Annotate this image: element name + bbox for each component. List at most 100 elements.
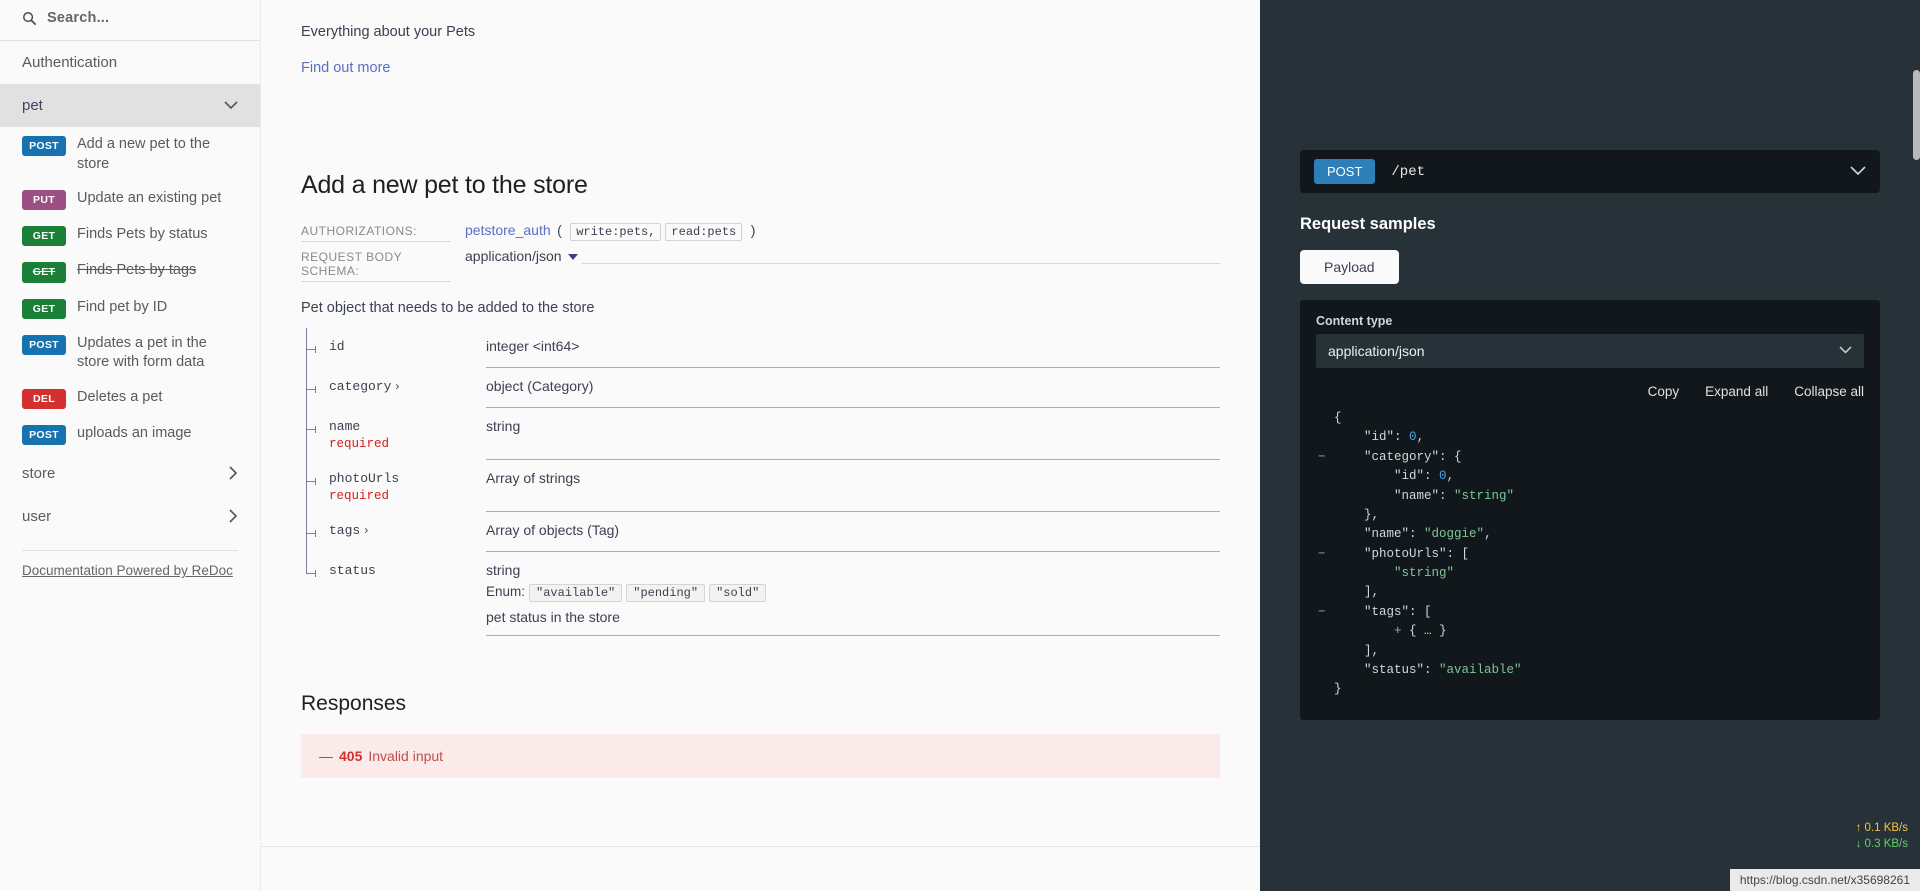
code-token: } — [1431, 624, 1447, 639]
auth-scopes: write:pets, read:pets — [568, 222, 744, 241]
endpoint-bar[interactable]: POST /pet — [1300, 150, 1880, 193]
tree-tick — [306, 346, 316, 353]
tree-tick — [306, 478, 316, 485]
sidebar-operation-label: Find pet by ID — [77, 298, 168, 315]
sidebar-group-user[interactable]: user — [0, 495, 260, 538]
code-token: "id" — [1364, 430, 1395, 445]
tree-line — [306, 552, 307, 574]
code-line: + { … } — [1316, 622, 1864, 641]
sidebar-operation-item[interactable]: GET Finds Pets by status — [0, 217, 260, 253]
sidebar-operation-item[interactable]: POST uploads an image — [0, 416, 260, 452]
content-type-label: Content type — [1316, 314, 1393, 328]
sidebar-operation-item[interactable]: GET Find pet by ID — [0, 290, 260, 326]
search-row[interactable] — [0, 0, 260, 41]
find-out-more-link[interactable]: Find out more — [301, 60, 1220, 76]
collapse-all-button[interactable]: Collapse all — [1794, 384, 1864, 399]
schema-property-name[interactable]: category — [329, 379, 391, 394]
sidebar-operation-item[interactable]: POST Updates a pet in the store with form… — [0, 326, 260, 380]
status-url: https://blog.csdn.net/x35698261 — [1729, 869, 1920, 891]
responses-title: Responses — [301, 692, 407, 715]
sidebar-operation-item[interactable]: GET Finds Pets by tags — [0, 253, 260, 289]
schema-property-type: string — [486, 418, 521, 434]
code-token: : { — [1439, 449, 1462, 464]
schema-enum-line: Enum: "available" "pending" "sold" — [486, 584, 1220, 602]
operation-title: Add a new pet to the store — [301, 171, 588, 199]
content-type-select[interactable]: application/json — [1316, 334, 1864, 368]
schema-property-name-cell: id — [301, 328, 486, 368]
content-bottom-rule — [261, 846, 1260, 847]
code-token: 0 — [1409, 430, 1417, 445]
endpoint-verb-badge: POST — [1314, 159, 1376, 184]
collapse-toggle-icon[interactable]: − — [1318, 448, 1326, 467]
code-token: ], — [1364, 643, 1380, 658]
method-badge: GET — [22, 262, 66, 283]
page-scrollbar[interactable] — [1913, 70, 1920, 160]
sidebar-operation-label: Updates a pet in the store with form dat… — [77, 334, 207, 371]
powered-by-redoc-link[interactable]: Documentation Powered by ReDoc — [0, 551, 260, 590]
code-token: 0 — [1439, 469, 1447, 484]
code-line: − "category": { — [1316, 448, 1864, 467]
expand-all-button[interactable]: Expand all — [1705, 384, 1768, 399]
code-token: } — [1334, 682, 1342, 697]
sidebar-operation-label: Finds Pets by status — [77, 226, 208, 243]
sidebar-operation-list: POST Add a new pet to the store PUT Update … — [0, 127, 260, 452]
schema-property-type-cell: string — [486, 408, 1220, 460]
schema-property-row: tags › Array of objects (Tag) — [301, 512, 1220, 552]
code-token: + — [1394, 624, 1410, 639]
sidebar-group-label: pet — [22, 97, 43, 114]
code-line: } — [1316, 680, 1864, 699]
collapse-toggle-icon[interactable]: − — [1318, 603, 1326, 622]
schema-property-name-cell: category › — [301, 368, 486, 408]
sidebar-item-authentication[interactable]: Authentication — [0, 41, 260, 84]
sidebar-operation-label: Add a new pet to the store — [77, 136, 211, 172]
sidebar-operation-item[interactable]: DEL Deletes a pet — [0, 380, 260, 416]
chevron-right-icon[interactable]: › — [364, 523, 368, 537]
chevron-down-icon[interactable] — [1850, 163, 1866, 180]
chevron-down-icon[interactable] — [567, 254, 578, 260]
code-token: "id" — [1394, 469, 1425, 484]
search-input[interactable] — [47, 10, 207, 26]
schema-table: id integer <int64> category › object (Catego… — [301, 328, 1220, 636]
schema-property-type: object (Category) — [486, 378, 594, 394]
response-row[interactable]: — 405 Invalid input — [301, 734, 1220, 778]
schema-property-name: photoUrls — [329, 471, 400, 486]
search-icon — [23, 11, 37, 25]
schema-property-description: pet status in the store — [486, 609, 620, 625]
code-line: "name": "string" — [1316, 487, 1864, 506]
payload-tab-button[interactable]: Payload — [1300, 250, 1399, 284]
sidebar-operation-item[interactable]: POST Add a new pet to the store — [0, 127, 260, 181]
responses-list: — 405 Invalid input — [301, 734, 1220, 778]
sidebar-operation-label: Update an existing pet — [77, 190, 222, 207]
code-line: − "tags": [ — [1316, 603, 1864, 622]
schema-property-name: status — [329, 563, 376, 578]
code-line: "string" — [1316, 564, 1864, 583]
schema-property-type-cell: integer <int64> — [486, 328, 1220, 368]
method-badge: POST — [22, 425, 66, 446]
sidebar-operation-label: Finds Pets by tags — [77, 262, 197, 279]
collapse-toggle-icon[interactable]: − — [1318, 545, 1326, 564]
code-toolbar: Copy Expand all Collapse all — [1316, 384, 1864, 399]
schema-property-name[interactable]: tags — [329, 523, 360, 538]
code-token: "string" — [1394, 566, 1455, 580]
schema-property-name-cell: status — [301, 552, 486, 636]
close-paren: ) — [750, 222, 756, 238]
code-line: "id": 0, — [1316, 428, 1864, 447]
sidebar-operation-item[interactable]: PUT Update an existing pet — [0, 181, 260, 217]
network-upload: ↑ 0.1 KB/s — [1855, 821, 1908, 834]
tree-tick — [306, 570, 316, 577]
sidebar-group-pet[interactable]: pet — [0, 84, 260, 127]
chevron-right-icon[interactable]: › — [395, 379, 399, 393]
sidebar-group-store[interactable]: store — [0, 452, 260, 495]
copy-button[interactable]: Copy — [1648, 384, 1680, 399]
endpoint-path: /pet — [1391, 163, 1426, 180]
authorizations-row: AUTHORIZATIONS: petstore_auth ( write:pe… — [301, 222, 1220, 242]
code-token: "category" — [1364, 449, 1440, 464]
auth-scheme-link[interactable]: petstore_auth — [465, 222, 551, 238]
code-sample-card: Content type application/json Copy Expan… — [1300, 300, 1880, 720]
redoc-page: Authentication pet POST Add a new pet to … — [0, 0, 1920, 891]
